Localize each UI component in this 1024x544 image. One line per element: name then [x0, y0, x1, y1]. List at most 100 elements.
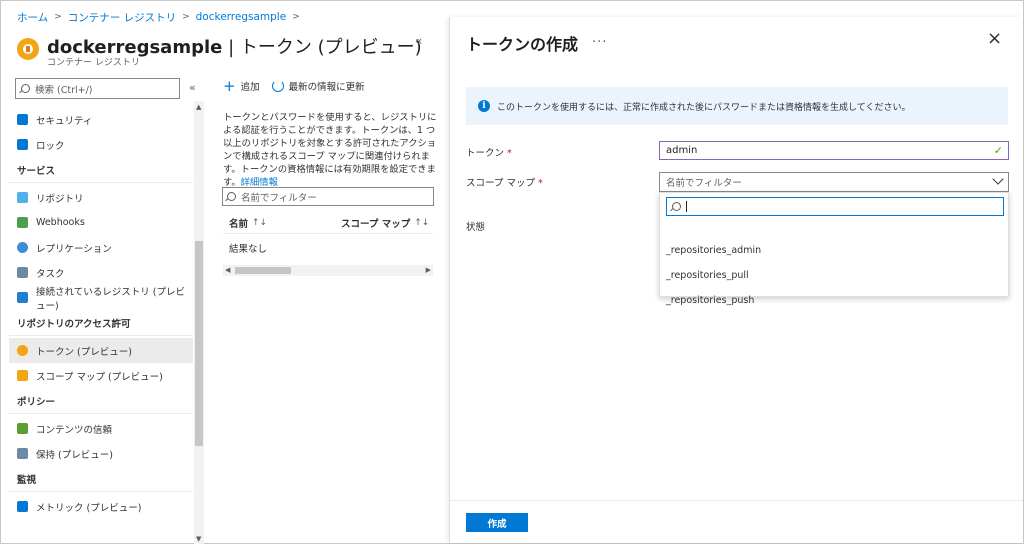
status-field-label: 状態 [466, 222, 486, 233]
window-frame: ホーム > コンテナー レジストリ > dockerregsample > do… [0, 0, 1024, 544]
footer-divider [450, 500, 1023, 501]
scope-map-dropdown[interactable]: 名前でフィルター [659, 172, 1009, 192]
token-resource-icon [17, 38, 39, 60]
sidebar-item[interactable]: 接続されているレジストリ (プレビュー) [9, 285, 193, 312]
column-header-scope-map[interactable]: スコープ マップ ↑↓ [341, 216, 429, 230]
scope-map-field-label: スコープ マップ * [466, 178, 543, 189]
globe-icon [17, 242, 28, 253]
nav-search-placeholder: 検索 (Ctrl+/) [35, 84, 93, 96]
sidebar-section-header: ポリシー [9, 388, 193, 414]
scroll-down-icon[interactable]: ▼ [196, 535, 201, 543]
text-cursor [686, 201, 687, 212]
content-trust-icon [17, 423, 28, 434]
webhook-icon [17, 217, 28, 228]
refresh-button[interactable]: 最新の情報に更新 [271, 79, 365, 93]
sidebar-item[interactable]: トークン (プレビュー) [9, 338, 193, 363]
chevron-down-icon [992, 173, 1004, 185]
refresh-icon [271, 80, 284, 92]
plus-icon: + [223, 77, 236, 95]
blade-title: トークンの作成 [466, 35, 579, 54]
metrics-icon [17, 501, 28, 512]
nav-search-input[interactable]: 検索 (Ctrl+/) [15, 78, 180, 99]
chevron-right-icon: > [292, 12, 300, 22]
info-icon: i [478, 100, 490, 112]
scroll-left-icon[interactable]: ◀ [225, 266, 230, 274]
token-name-input[interactable]: admin ✓ [659, 141, 1009, 160]
tokens-description: トークンとパスワードを使用すると、レジストリによる認証を行うことができます。トー… [223, 112, 437, 188]
token-field-label: トークン * [466, 148, 512, 159]
sidebar-section-header: リポジトリのアクセス許可 [9, 310, 193, 336]
scrollbar-thumb[interactable] [235, 267, 291, 274]
sidebar-item-label: セキュリティ [36, 115, 93, 127]
sidebar-item-label: レプリケーション [36, 243, 112, 255]
create-token-blade: トークンの作成 ... × i このトークンを使用するには、正常に作成された後に… [449, 17, 1023, 543]
toolbar: + 追加 最新の情報に更新 [223, 77, 365, 95]
shield-icon [17, 114, 28, 125]
tokens-table-header: 名前 ↑↓ スコープ マップ ↑↓ [223, 212, 433, 234]
sidebar-item[interactable]: ロック [9, 132, 193, 157]
sidebar-item-label: メトリック (プレビュー) [36, 502, 142, 514]
add-button[interactable]: + 追加 [223, 77, 260, 95]
sidebar-section-header: 監視 [9, 466, 193, 492]
scope-map-placeholder: 名前でフィルター [666, 178, 742, 189]
column-header-name[interactable]: 名前 ↑↓ [223, 216, 341, 230]
sidebar-item[interactable]: レプリケーション [9, 235, 193, 260]
sidebar-item-label: Webhooks [36, 217, 85, 228]
dropdown-option[interactable]: _repositories_pull [666, 270, 749, 281]
sidebar-item-label: トークン (プレビュー) [36, 346, 132, 358]
sidebar-item[interactable]: タスク [9, 260, 193, 285]
sidebar-item[interactable]: Webhooks [9, 210, 193, 235]
sidebar-item[interactable]: リポジトリ [9, 185, 193, 210]
breadcrumb-container-registry[interactable]: コンテナー レジストリ [68, 10, 176, 25]
scroll-up-icon[interactable]: ▲ [196, 103, 201, 111]
lock-icon [17, 139, 28, 150]
breadcrumb-home[interactable]: ホーム [17, 10, 48, 25]
sidebar-menu: セキュリティ ロック サービス リポジトリ Webhooks レプリケーション タスク 接続さ… [9, 107, 193, 544]
scope-map-icon [17, 370, 28, 381]
sidebar-item-label: ロック [36, 140, 65, 152]
connected-registry-icon [17, 292, 28, 303]
sort-icon: ↑↓ [252, 217, 268, 228]
create-button[interactable]: 作成 [466, 513, 528, 532]
sidebar-item-label: 保持 (プレビュー) [36, 449, 113, 461]
close-icon[interactable]: × [987, 30, 1002, 48]
sidebar-item[interactable]: 保持 (プレビュー) [9, 441, 193, 466]
collapse-pane-button[interactable]: « [415, 34, 422, 48]
scope-map-dropdown-list: _repositories_admin _repositories_pull _… [659, 192, 1009, 306]
sidebar-item[interactable]: セキュリティ [9, 107, 193, 132]
search-icon [21, 84, 30, 93]
token-icon [17, 345, 28, 356]
sidebar-scrollbar[interactable]: ▲ ▼ [194, 101, 204, 544]
sidebar-item[interactable]: コンテンツの信頼 [9, 416, 193, 441]
sidebar-item-label: 接続されているレジストリ (プレビュー) [36, 286, 185, 312]
filter-by-name-input[interactable]: 名前でフィルター [222, 187, 434, 206]
scroll-right-icon[interactable]: ▶ [426, 266, 431, 274]
breadcrumb-registry[interactable]: dockerregsample [196, 11, 287, 23]
search-icon [672, 202, 681, 211]
sidebar-item-label: スコープ マップ (プレビュー) [36, 371, 163, 383]
sort-icon: ↑↓ [414, 217, 430, 228]
dropdown-option[interactable]: _repositories_admin [666, 245, 761, 256]
retention-icon [17, 448, 28, 459]
sidebar-item[interactable]: メトリック (プレビュー) [9, 494, 193, 519]
add-label: 追加 [240, 82, 260, 93]
sidebar-item-label: コンテンツの信頼 [36, 424, 113, 436]
page-subtitle: コンテナー レジストリ [47, 58, 140, 68]
search-icon [227, 192, 236, 201]
sidebar-item-label: リポジトリ [36, 193, 84, 205]
breadcrumb: ホーム > コンテナー レジストリ > dockerregsample > [17, 9, 300, 25]
table-horizontal-scrollbar[interactable]: ◀ ▶ [223, 265, 433, 276]
chevron-right-icon: > [182, 12, 190, 22]
more-options-button[interactable]: ... [592, 31, 607, 46]
filter-placeholder: 名前でフィルター [241, 192, 317, 204]
dropdown-option[interactable]: _repositories_push [666, 295, 754, 306]
sidebar-item[interactable]: スコープ マップ (プレビュー) [9, 363, 193, 388]
scrollbar-thumb[interactable] [195, 241, 203, 446]
nav-collapse-button[interactable]: « [189, 81, 196, 94]
cloud-icon [17, 192, 28, 203]
info-banner: i このトークンを使用するには、正常に作成された後にパスワードまたは資格情報を生… [466, 87, 1008, 125]
chevron-right-icon: > [54, 12, 62, 22]
task-icon [17, 267, 28, 278]
dropdown-search-input[interactable] [666, 197, 1004, 216]
no-results-text: 結果なし [229, 244, 268, 255]
